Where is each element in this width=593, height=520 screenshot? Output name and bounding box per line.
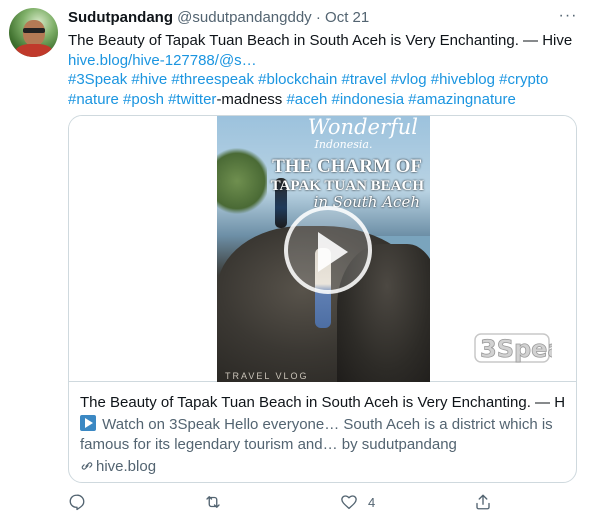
hashtags-line-2: #nature #posh #twitter-madness #aceh #in… bbox=[68, 90, 578, 110]
thumbnail-title-charm: THE CHARM OF bbox=[272, 156, 422, 177]
hashtags-segment[interactable]: #nature #posh #twitter bbox=[68, 91, 216, 108]
reply-button[interactable] bbox=[68, 490, 96, 514]
avatar-shirt bbox=[15, 44, 53, 57]
reply-icon bbox=[69, 494, 85, 511]
tweet-date[interactable]: Oct 21 bbox=[325, 9, 369, 26]
card-domain: hive.blog bbox=[80, 457, 564, 477]
thumbnail-caption: TRAVEL VLOG bbox=[225, 371, 309, 381]
card-description-line-2: famous for its legendary tourism and… by… bbox=[80, 436, 457, 453]
tweet-text-line: The Beauty of Tapak Tuan Beach in South … bbox=[68, 32, 573, 49]
hashtags-plain-segment: -madness bbox=[216, 90, 283, 108]
3speak-logo-digit: 3Speak bbox=[480, 335, 552, 363]
avatar-face bbox=[23, 20, 45, 46]
avatar[interactable] bbox=[9, 8, 58, 57]
like-count: 4 bbox=[368, 494, 376, 510]
separator-dot: · bbox=[315, 9, 321, 26]
3speak-logo: 3Speak bbox=[474, 328, 576, 368]
tweet-text: The Beauty of Tapak Tuan Beach in South … bbox=[68, 31, 578, 109]
avatar-glasses bbox=[23, 28, 45, 33]
card-description: Watch on 3Speak Hello everyone… South Ac… bbox=[80, 415, 564, 455]
tweet[interactable]: Sudutpandang @sudutpandangddy · Oct 21 ·… bbox=[0, 0, 593, 520]
link-icon bbox=[81, 462, 93, 470]
card-description-text: Watch on 3Speak Hello everyone… South Ac… bbox=[98, 416, 553, 433]
hashtags-segment-end[interactable]: #aceh #indonesia #amazingnature bbox=[282, 91, 515, 108]
play-icon[interactable] bbox=[284, 206, 372, 294]
card-media[interactable]: Wonderful Indonesia. THE CHARM OF TAPAK … bbox=[69, 116, 576, 382]
thumbnail-title-wonderful: Wonderful bbox=[307, 116, 418, 139]
hashtags-line[interactable]: #3Speak #hive #threespeak #blockchain #t… bbox=[68, 70, 578, 90]
play-button-emoji-icon bbox=[80, 415, 96, 431]
retweet-button[interactable] bbox=[203, 490, 233, 514]
tweet-header: Sudutpandang @sudutpandangddy · Oct 21 bbox=[68, 9, 369, 27]
share-button[interactable] bbox=[474, 490, 502, 514]
card-body[interactable]: The Beauty of Tapak Tuan Beach in South … bbox=[69, 382, 576, 477]
heart-icon bbox=[341, 495, 357, 510]
card-description-line: Watch on 3Speak Hello everyone… South Ac… bbox=[80, 415, 564, 435]
tweet-url-link[interactable]: hive.blog/hive-127788/@s… bbox=[68, 51, 578, 71]
card-domain-text[interactable]: hive.blog bbox=[96, 458, 156, 475]
author-name[interactable]: Sudutpandang bbox=[68, 9, 173, 26]
tweet-actions: 4 bbox=[68, 490, 498, 514]
link-card[interactable]: Wonderful Indonesia. THE CHARM OF TAPAK … bbox=[68, 115, 577, 483]
author-handle[interactable]: @sudutpandangddy bbox=[177, 9, 312, 26]
card-title: The Beauty of Tapak Tuan Beach in South … bbox=[80, 394, 564, 411]
more-icon[interactable]: ··· bbox=[556, 5, 580, 29]
thumbnail-title-beach: TAPAK TUAN BEACH bbox=[270, 178, 424, 194]
like-button[interactable]: 4 bbox=[340, 490, 375, 514]
retweet-icon bbox=[206, 496, 220, 508]
share-icon bbox=[476, 494, 490, 510]
thumbnail-title-indonesia: Indonesia. bbox=[314, 138, 373, 151]
